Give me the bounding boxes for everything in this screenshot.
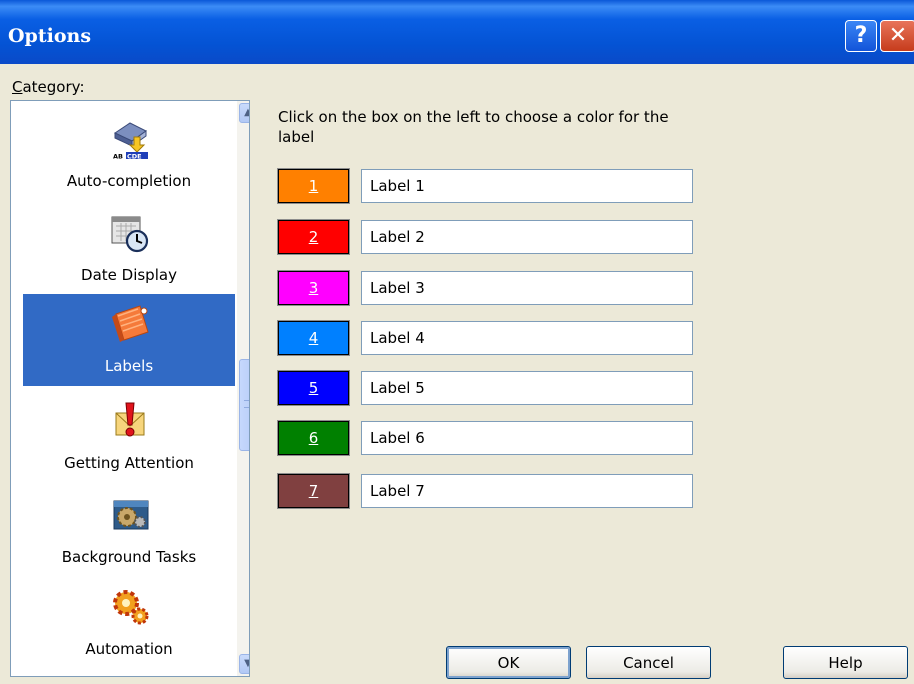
category-item-label: Auto-completion <box>66 172 192 190</box>
scroll-down-button[interactable]: ▼ <box>239 654 249 674</box>
category-item-labels[interactable]: Labels <box>23 294 235 386</box>
background-tasks-icon <box>113 500 149 530</box>
grip-icon <box>244 400 249 408</box>
getting-attention-icon <box>115 402 145 437</box>
label-row: 2 <box>277 219 698 255</box>
category-item-label: Labels <box>104 357 154 375</box>
label-name-field[interactable] <box>361 169 693 203</box>
instructions-text: Click on the box on the left to choose a… <box>278 108 669 146</box>
labels-icon <box>112 305 149 342</box>
scroll-up-button[interactable]: ▲ <box>239 103 249 123</box>
scroll-thumb[interactable] <box>239 359 249 451</box>
label-row: 5 <box>277 370 698 406</box>
svg-text:AB: AB <box>113 153 123 160</box>
category-list[interactable]: AB CDE Auto-completion Date Display Labe… <box>10 100 250 677</box>
color-swatch-button[interactable]: 2 <box>277 219 350 255</box>
label-name-field[interactable] <box>361 321 693 355</box>
date-display-icon <box>111 216 149 253</box>
title-bar: Options ? ✕ <box>0 0 914 64</box>
window-title: Options <box>8 25 92 47</box>
color-swatch-button[interactable]: 4 <box>277 320 350 356</box>
color-swatch-button[interactable]: 6 <box>277 420 350 456</box>
label-name-field[interactable] <box>361 421 693 455</box>
automation-icon <box>113 590 149 625</box>
category-item-background-tasks[interactable]: Background Tasks <box>23 485 235 577</box>
ok-button[interactable]: OK <box>446 646 571 679</box>
category-accel: C <box>12 78 23 96</box>
label-name-field[interactable] <box>361 474 693 508</box>
svg-text:CDE: CDE <box>127 153 142 160</box>
category-heading-text: ategory: <box>22 78 85 96</box>
label-row: 7 <box>277 473 698 509</box>
label-row: 3 <box>277 270 698 306</box>
label-row: 6 <box>277 420 698 456</box>
category-item-label: Getting Attention <box>64 454 194 472</box>
category-item-label: Automation <box>85 640 173 658</box>
category-item-automation[interactable]: Automation <box>23 577 235 669</box>
label-name-field[interactable] <box>361 271 693 305</box>
category-item-auto-completion[interactable]: AB CDE Auto-completion <box>23 109 235 201</box>
label-row: 4 <box>277 320 698 356</box>
color-swatch-button[interactable]: 7 <box>277 473 350 509</box>
color-swatch-button[interactable]: 5 <box>277 370 350 406</box>
help-icon-button[interactable]: ? <box>845 20 877 52</box>
label-name-field[interactable] <box>361 371 693 405</box>
category-item-getting-attention[interactable]: Getting Attention <box>23 391 235 483</box>
auto-completion-icon: AB CDE <box>112 122 148 160</box>
category-item-label: Date Display <box>81 266 177 284</box>
cancel-button[interactable]: Cancel <box>586 646 711 679</box>
help-button[interactable]: Help <box>783 646 908 679</box>
category-scrollbar[interactable]: ▲ ▼ <box>237 101 249 676</box>
close-icon-button[interactable]: ✕ <box>880 20 914 52</box>
category-heading: Category: <box>12 78 85 96</box>
category-item-label: Background Tasks <box>61 548 197 566</box>
color-swatch-button[interactable]: 1 <box>277 168 350 204</box>
label-name-field[interactable] <box>361 220 693 254</box>
color-swatch-button[interactable]: 3 <box>277 270 350 306</box>
label-row: 1 <box>277 168 698 204</box>
category-item-date-display[interactable]: Date Display <box>23 203 235 295</box>
